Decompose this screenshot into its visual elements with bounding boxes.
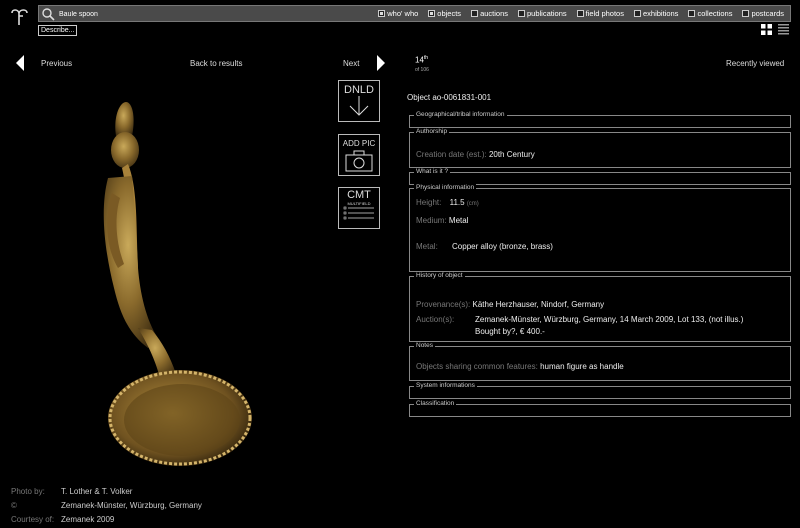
filter-label: collections xyxy=(697,9,733,18)
field-unit: (cm) xyxy=(466,201,479,207)
photo-by-value: T. Lother & T. Volker xyxy=(61,487,133,496)
height-row: Height: 11.5 (cm) xyxy=(416,198,479,207)
checkbox[interactable] xyxy=(688,10,696,17)
comment-label: CMT xyxy=(347,189,371,201)
metal-row: Metal: Copper alloy (bronze, brass) xyxy=(416,242,553,251)
result-total: of 106 xyxy=(415,67,429,73)
courtesy-value: Zemanek 2009 xyxy=(61,515,115,524)
top-search-bar: who' who objects auctions publications f… xyxy=(38,5,791,22)
checkbox[interactable] xyxy=(742,10,750,17)
field-value: Käthe Herzhauser, Nindorf, Germany xyxy=(472,300,605,309)
field-label: Creation date (est.): xyxy=(416,150,487,159)
checkbox[interactable] xyxy=(378,10,386,17)
previous-link[interactable]: Previous xyxy=(41,59,72,68)
creation-date-row: Creation date (est.): 20th Century xyxy=(416,150,535,159)
copyright-value: Zemanek-Münster, Würzburg, Germany xyxy=(61,501,202,510)
section-title: Physical information xyxy=(414,184,477,192)
section-title: Geographical/tribal information xyxy=(414,111,507,119)
download-label: DNLD xyxy=(344,84,374,96)
filter-label: who' who xyxy=(387,9,419,18)
filter-postcards[interactable]: postcards xyxy=(742,9,784,18)
field-value: 11.5 xyxy=(449,198,465,207)
list-view-icon[interactable] xyxy=(778,24,789,35)
download-button[interactable]: DNLD xyxy=(338,80,380,122)
checkbox[interactable] xyxy=(428,10,436,17)
comment-lines-icon xyxy=(343,206,374,220)
filter-label: exhibitions xyxy=(642,9,679,18)
checkbox[interactable] xyxy=(576,10,584,17)
copyright-label: © xyxy=(11,501,17,510)
back-to-results-link[interactable]: Back to results xyxy=(190,59,242,68)
field-value: Copper alloy (bronze, brass) xyxy=(452,242,553,251)
section-title: Notes xyxy=(414,342,435,350)
add-picture-label: ADD PIC xyxy=(342,139,376,148)
section-notes[interactable]: Notes Objects sharing common features: h… xyxy=(409,342,791,381)
object-id: Object ao-0061831-001 xyxy=(407,93,492,102)
section-system-informations[interactable]: System informations xyxy=(409,382,791,399)
field-value: Metal xyxy=(448,216,469,225)
result-ordinal: th xyxy=(423,55,429,61)
result-number: 14 xyxy=(415,55,424,65)
next-arrow-icon[interactable] xyxy=(377,55,385,71)
photo-by-label: Photo by: xyxy=(11,487,45,496)
section-title: System informations xyxy=(414,382,477,390)
field-label: Auction(s): xyxy=(416,315,455,324)
field-value: human figure as handle xyxy=(540,362,624,371)
section-classification[interactable]: Classification xyxy=(409,400,791,417)
filter-collections[interactable]: collections xyxy=(688,9,732,18)
filter-label: objects xyxy=(437,9,462,18)
section-history[interactable]: History of object Provenance(s): Käthe H… xyxy=(409,272,791,342)
site-logo-icon[interactable] xyxy=(10,7,30,27)
filter-label: auctions xyxy=(480,9,508,18)
filter-label: publications xyxy=(527,9,567,18)
filter-label: field photos xyxy=(585,9,624,18)
field-label: Metal: xyxy=(416,242,438,251)
section-title: Classification xyxy=(414,400,457,408)
search-input[interactable] xyxy=(59,9,359,20)
section-title: Authorship xyxy=(414,128,450,136)
checkbox[interactable] xyxy=(471,10,479,17)
filter-objects[interactable]: objects xyxy=(428,9,461,18)
describe-button[interactable]: Describe... xyxy=(38,25,78,36)
checkbox[interactable] xyxy=(633,10,641,17)
search-filters: who' who objects auctions publications f… xyxy=(378,9,784,18)
recently-viewed-link[interactable]: Recently viewed xyxy=(726,59,784,68)
download-arrow-icon xyxy=(349,96,369,116)
filter-label: postcards xyxy=(751,9,784,18)
filter-exhibitions[interactable]: exhibitions xyxy=(633,9,679,18)
filter-auctions[interactable]: auctions xyxy=(471,9,508,18)
comment-button[interactable]: CMT MULTIFIELD xyxy=(338,187,380,229)
provenance-row: Provenance(s): Käthe Herzhauser, Nindorf… xyxy=(416,300,604,309)
filter-field-photos[interactable]: field photos xyxy=(576,9,624,18)
section-title: History of object xyxy=(414,272,465,280)
camera-icon xyxy=(345,150,373,172)
filter-publications[interactable]: publications xyxy=(518,9,567,18)
auction-row: Auction(s): xyxy=(416,315,454,324)
section-physical[interactable]: Physical information Height: 11.5 (cm) M… xyxy=(409,184,791,272)
courtesy-label: Courtesy of: xyxy=(11,515,55,524)
section-authorship[interactable]: Authorship Creation date (est.): 20th Ce… xyxy=(409,128,791,168)
search-icon[interactable] xyxy=(41,7,55,21)
field-label: Medium: xyxy=(416,216,447,225)
section-geographical[interactable]: Geographical/tribal information xyxy=(409,111,791,128)
object-photo[interactable] xyxy=(98,98,258,468)
medium-row: Medium: Metal xyxy=(416,216,468,225)
filter-whos-who[interactable]: who' who xyxy=(378,9,418,18)
field-label: Provenance(s): xyxy=(416,300,471,309)
shared-features-row: Objects sharing common features: human f… xyxy=(416,362,624,371)
field-label: Height: xyxy=(416,198,442,207)
add-picture-button[interactable]: ADD PIC xyxy=(338,134,380,176)
result-position: 14th xyxy=(415,55,428,65)
auction-line-1: Zemanek-Münster, Würzburg, Germany, 14 M… xyxy=(475,315,744,324)
next-link[interactable]: Next xyxy=(343,59,359,68)
checkbox[interactable] xyxy=(518,10,525,17)
previous-arrow-icon[interactable] xyxy=(16,55,24,71)
section-title: What is it ? xyxy=(414,168,451,176)
auction-line-2: Bought by?, € 400.- xyxy=(475,327,545,336)
grid-view-icon[interactable] xyxy=(761,24,772,35)
field-label: Objects sharing common features: xyxy=(416,362,538,371)
field-value: 20th Century xyxy=(488,150,535,159)
